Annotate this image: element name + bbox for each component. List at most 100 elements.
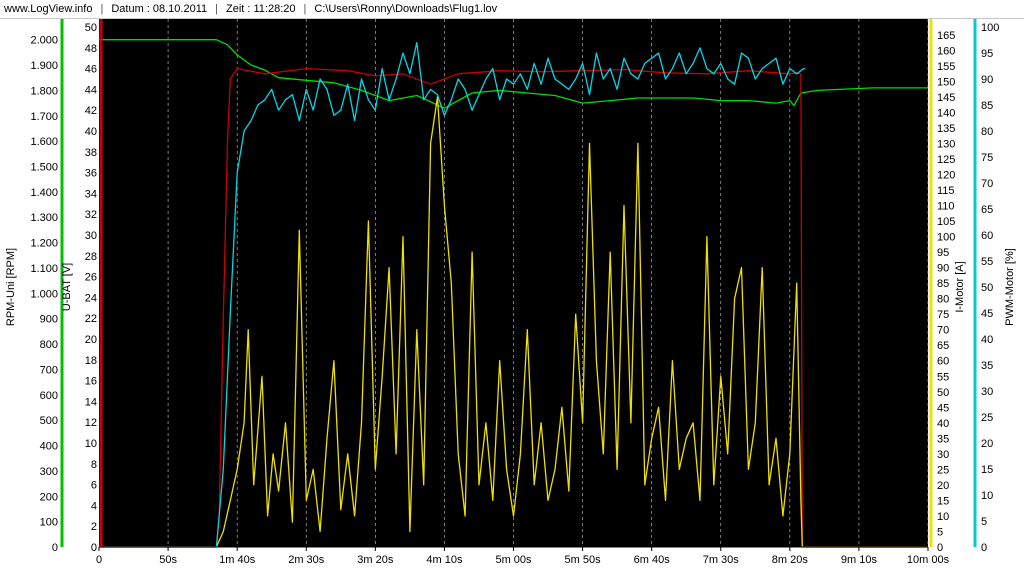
y-axis-title-ubat: U-BAT [V] (61, 263, 73, 312)
y-tick-label-imotor: 160 (937, 45, 955, 57)
y-tick-label-ubat: 22 (85, 313, 97, 325)
y-tick-label-rpm: 300 (40, 466, 58, 478)
y-tick-label-rpm: 600 (40, 390, 58, 402)
y-tick-label-rpm: 2.000 (30, 35, 58, 47)
y-tick-label-imotor: 70 (937, 325, 949, 337)
y-tick-label-imotor: 30 (937, 449, 949, 461)
y-tick-label-imotor: 65 (937, 340, 949, 352)
y-tick-label-ubat: 34 (85, 188, 97, 200)
x-tick-label: 8m 20s (772, 554, 809, 566)
y-tick-label-rpm: 100 (40, 517, 58, 529)
x-tick-label: 10m 00s (907, 554, 950, 566)
y-tick-label-imotor: 75 (937, 309, 949, 321)
y-tick-label-imotor: 10 (937, 511, 949, 523)
y-tick-label-imotor: 0 (937, 542, 943, 554)
y-tick-label-imotor: 100 (937, 232, 955, 244)
y-tick-label-ubat: 46 (85, 64, 97, 76)
y-tick-label-pwm: 45 (981, 308, 993, 320)
y-tick-label-pwm: 95 (981, 48, 993, 60)
y-tick-label-imotor: 110 (937, 201, 955, 213)
y-tick-label-imotor: 95 (937, 247, 949, 259)
x-tick-label: 6m 40s (634, 554, 671, 566)
y-tick-label-ubat: 24 (85, 292, 97, 304)
y-tick-label-rpm: 1.900 (30, 60, 58, 72)
y-tick-label-pwm: 5 (981, 516, 987, 528)
y-tick-label-pwm: 0 (981, 542, 987, 554)
y-tick-label-pwm: 30 (981, 386, 993, 398)
y-tick-label-pwm: 55 (981, 256, 993, 268)
y-axis-title-pwm: PWM-Motor [%] (1004, 248, 1016, 326)
y-tick-label-imotor: 55 (937, 371, 949, 383)
y-tick-label-ubat: 42 (85, 105, 97, 117)
y-tick-label-rpm: 900 (40, 314, 58, 326)
x-tick-label: 2m 30s (288, 554, 325, 566)
y-tick-label-rpm: 0 (52, 542, 58, 554)
y-tick-label-imotor: 90 (937, 263, 949, 275)
y-tick-label-rpm: 500 (40, 415, 58, 427)
y-tick-label-ubat: 10 (85, 438, 97, 450)
y-tick-label-ubat: 44 (85, 84, 97, 96)
y-tick-label-rpm: 1.300 (30, 212, 58, 224)
y-tick-label-imotor: 145 (937, 92, 955, 104)
y-tick-label-ubat: 28 (85, 251, 97, 263)
y-tick-label-ubat: 16 (85, 376, 97, 388)
y-tick-label-rpm: 400 (40, 441, 58, 453)
y-tick-label-pwm: 25 (981, 412, 993, 424)
y-tick-label-ubat: 12 (85, 417, 97, 429)
x-tick-label: 5m 50s (565, 554, 602, 566)
y-tick-label-imotor: 25 (937, 464, 949, 476)
y-tick-label-ubat: 2 (91, 521, 97, 533)
y-tick-label-pwm: 80 (981, 126, 993, 138)
y-tick-label-rpm: 200 (40, 491, 58, 503)
y-axis-title-imotor: I-Motor [A] (954, 261, 966, 312)
y-tick-label-rpm: 700 (40, 364, 58, 376)
y-tick-label-imotor: 60 (937, 356, 949, 368)
y-tick-label-rpm: 1.400 (30, 187, 58, 199)
y-tick-label-ubat: 18 (85, 355, 97, 367)
y-tick-label-imotor: 135 (937, 123, 955, 135)
y-tick-label-ubat: 8 (91, 459, 97, 471)
y-tick-label-ubat: 0 (91, 542, 97, 554)
y-tick-label-imotor: 35 (937, 433, 949, 445)
y-tick-label-imotor: 130 (937, 138, 955, 150)
y-tick-label-pwm: 35 (981, 360, 993, 372)
y-tick-label-ubat: 26 (85, 272, 97, 284)
y-tick-label-rpm: 1.500 (30, 162, 58, 174)
y-tick-label-imotor: 140 (937, 107, 955, 119)
y-tick-label-imotor: 165 (937, 30, 955, 42)
y-tick-label-imotor: 40 (937, 418, 949, 430)
y-tick-label-imotor: 80 (937, 294, 949, 306)
x-tick-label: 50s (159, 554, 177, 566)
x-tick-label: 1m 40s (219, 554, 256, 566)
y-tick-label-pwm: 10 (981, 490, 993, 502)
x-tick-label: 5m 00s (495, 554, 532, 566)
y-tick-label-ubat: 30 (85, 230, 97, 242)
y-tick-label-pwm: 20 (981, 438, 993, 450)
y-tick-label-imotor: 120 (937, 169, 955, 181)
x-tick-label: 4m 10s (426, 554, 463, 566)
y-tick-label-pwm: 15 (981, 464, 993, 476)
y-tick-label-imotor: 155 (937, 61, 955, 73)
y-tick-label-ubat: 4 (91, 500, 97, 512)
y-tick-label-imotor: 15 (937, 495, 949, 507)
y-tick-label-imotor: 45 (937, 402, 949, 414)
y-tick-label-pwm: 85 (981, 100, 993, 112)
x-tick-label: 0 (96, 554, 102, 566)
y-tick-label-rpm: 800 (40, 339, 58, 351)
y-tick-label-ubat: 38 (85, 147, 97, 159)
y-tick-label-imotor: 125 (937, 154, 955, 166)
y-tick-label-ubat: 20 (85, 334, 97, 346)
y-tick-label-rpm: 1.000 (30, 288, 58, 300)
y-tick-label-imotor: 20 (937, 480, 949, 492)
y-tick-label-ubat: 32 (85, 209, 97, 221)
y-tick-label-ubat: 36 (85, 168, 97, 180)
y-tick-label-imotor: 115 (937, 185, 955, 197)
y-tick-label-pwm: 60 (981, 230, 993, 242)
x-tick-label: 3m 20s (357, 554, 394, 566)
y-tick-label-ubat: 14 (85, 396, 97, 408)
y-tick-label-pwm: 50 (981, 282, 993, 294)
y-tick-label-rpm: 1.200 (30, 238, 58, 250)
y-tick-label-pwm: 40 (981, 334, 993, 346)
y-tick-label-pwm: 90 (981, 74, 993, 86)
y-tick-label-imotor: 105 (937, 216, 955, 228)
